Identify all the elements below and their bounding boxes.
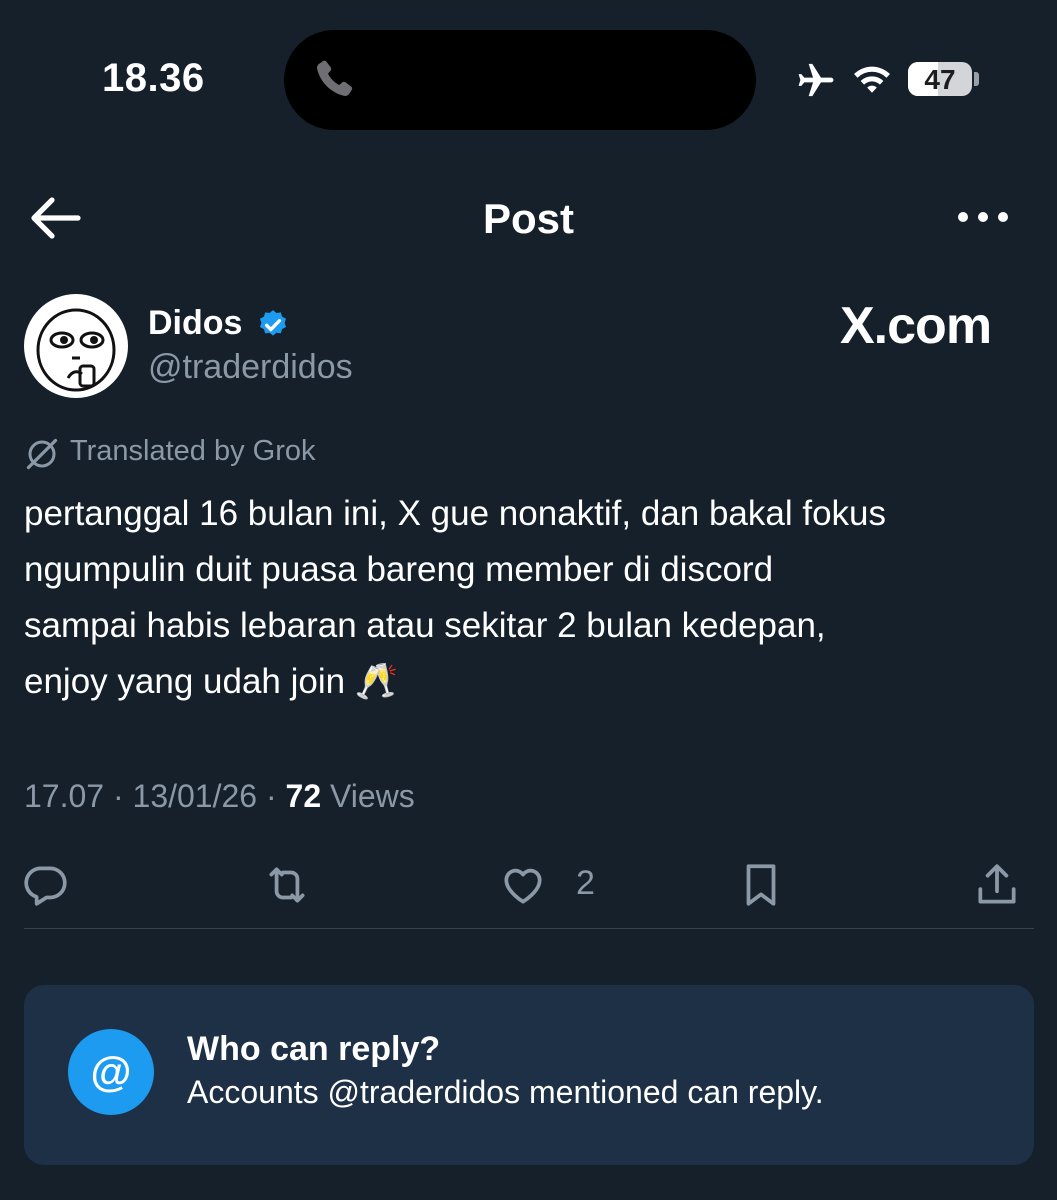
views-count[interactable]: 72	[286, 778, 322, 814]
translated-by-grok[interactable]: Translated by Grok	[70, 435, 316, 468]
bookmark-icon[interactable]	[736, 858, 786, 912]
author-name[interactable]: Didos	[148, 304, 242, 343]
phone-icon	[317, 60, 353, 96]
reply-icon[interactable]	[20, 858, 70, 912]
post-text-line: sampai habis lebaran atau sekitar 2 bula…	[24, 606, 826, 645]
post-time: 17.07	[24, 778, 105, 814]
ellipsis-icon[interactable]	[955, 207, 1011, 227]
meta-separator: ·	[265, 778, 277, 814]
post-meta: 17.07 · 13/01/26 · 72 Views	[24, 778, 415, 815]
avatar-face-icon	[36, 308, 116, 392]
airplane-icon	[798, 63, 834, 97]
reply-restriction-description: Accounts @traderdidos mentioned can repl…	[187, 1074, 824, 1110]
author-handle[interactable]: @traderdidos	[148, 348, 353, 387]
page-title: Post	[482, 195, 574, 242]
post-text-line: pertanggal 16 bulan ini, X gue nonaktif,…	[24, 494, 887, 533]
verified-badge-icon	[259, 310, 287, 336]
divider	[24, 928, 1034, 929]
grok-icon	[26, 438, 58, 470]
battery-cap	[974, 72, 979, 86]
avatar[interactable]	[24, 294, 128, 398]
reply-restriction-title: Who can reply?	[187, 1030, 441, 1068]
post-text-line: ngumpulin duit puasa bareng member di di…	[24, 550, 774, 589]
views-label[interactable]: Views	[330, 778, 415, 814]
meta-separator: ·	[112, 778, 124, 814]
post-text: pertanggal 16 bulan ini, X gue nonaktif,…	[24, 486, 1034, 710]
battery-icon: 47	[908, 62, 972, 96]
post-text-line: enjoy yang udah join 🥂	[24, 662, 399, 701]
like-icon[interactable]	[498, 858, 548, 912]
wifi-icon	[854, 66, 890, 93]
share-icon[interactable]	[972, 858, 1022, 912]
post-date: 13/01/26	[132, 778, 258, 814]
battery-level: 47	[924, 64, 956, 95]
mention-icon: @	[68, 1029, 154, 1115]
status-time: 18.36	[102, 56, 205, 100]
retweet-icon[interactable]	[262, 858, 312, 912]
like-count[interactable]: 2	[576, 864, 595, 903]
x-com-watermark: X.com	[840, 297, 992, 355]
